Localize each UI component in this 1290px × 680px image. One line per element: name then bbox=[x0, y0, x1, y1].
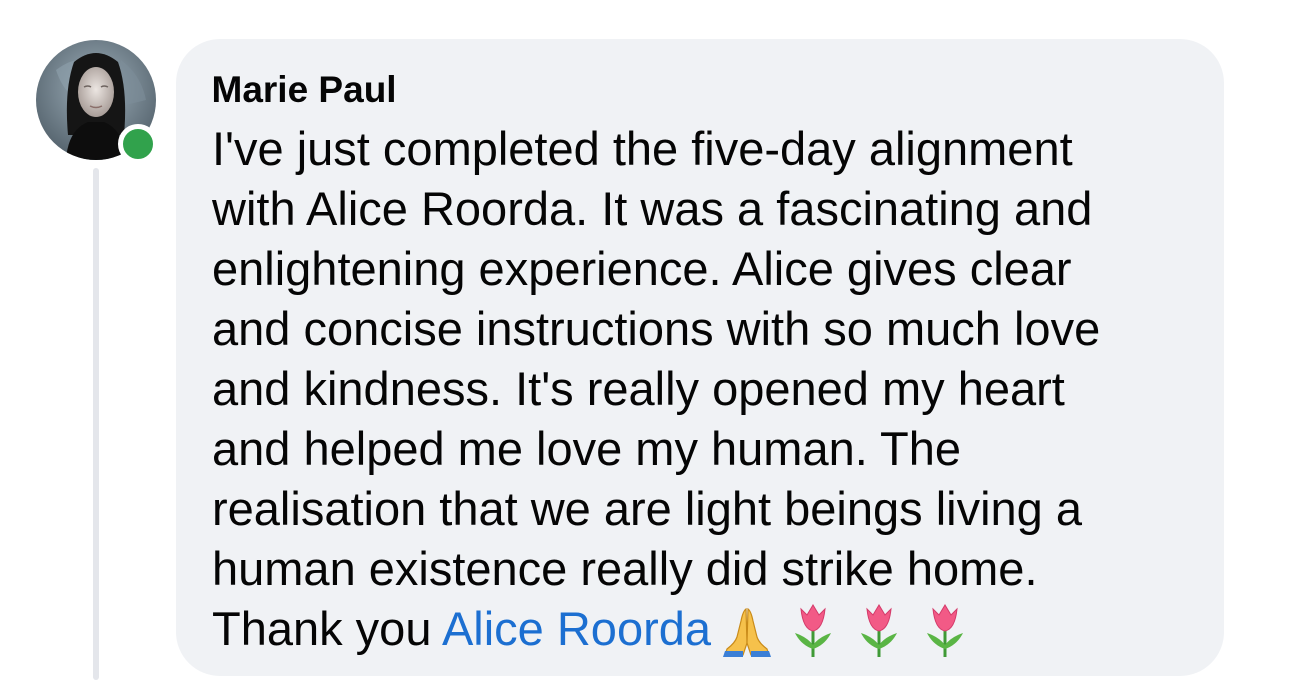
comment-line: and kindness. It's really opened my hear… bbox=[212, 362, 1065, 415]
comment-line: I've just completed the five-day alignme… bbox=[212, 122, 1073, 175]
comment-thread: Marie Paul I've just completed the five-… bbox=[0, 0, 1290, 680]
comment-line: with Alice Roorda. It was a fascinating … bbox=[212, 182, 1093, 235]
author-name[interactable]: Marie Paul bbox=[212, 69, 1189, 111]
comment-line: realisation that we are light beings liv… bbox=[212, 482, 1083, 535]
tulip-icon bbox=[795, 604, 832, 657]
online-status-indicator bbox=[118, 124, 158, 164]
comment-line: and helped me love my human. The bbox=[212, 422, 961, 475]
folded-hands-icon bbox=[723, 607, 772, 657]
comment-closing-line: Thank you Alice Roorda bbox=[212, 599, 1202, 659]
comment-line: human existence really did strike home. bbox=[212, 542, 1038, 595]
reply-thread-line bbox=[93, 168, 99, 680]
tulip-icon bbox=[861, 604, 898, 657]
mention-link[interactable]: Alice Roorda bbox=[442, 602, 711, 655]
author-avatar[interactable] bbox=[36, 40, 158, 164]
comment-line: enlightening experience. Alice gives cle… bbox=[212, 242, 1072, 295]
comment-line: and concise instructions with so much lo… bbox=[212, 302, 1101, 355]
comment-body: I've just completed the five-day alignme… bbox=[212, 119, 1202, 659]
tulip-icon bbox=[927, 604, 964, 657]
comment-bubble: Marie Paul I've just completed the five-… bbox=[176, 39, 1224, 676]
closing-text: Thank you bbox=[212, 602, 442, 655]
